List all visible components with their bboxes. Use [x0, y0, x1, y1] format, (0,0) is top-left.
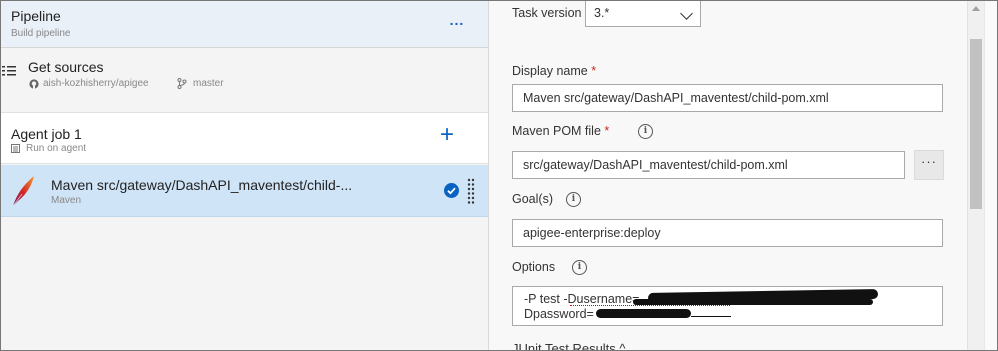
options-line-2: Dpassword= [524, 307, 594, 321]
get-sources-icon [2, 66, 16, 76]
agent-job-title: Agent job 1 [11, 126, 82, 142]
goals-label: Goal(s) [512, 192, 553, 206]
display-name-label-text: Display name [512, 64, 588, 78]
maven-task-subtitle: Maven [51, 195, 82, 206]
info-icon[interactable]: i [638, 124, 653, 139]
pipeline-tasks-panel: Pipeline Build pipeline ... Get sources … [1, 1, 489, 350]
get-sources-title: Get sources [28, 59, 104, 75]
display-name-input[interactable]: Maven src/gateway/DashAPI_maventest/chil… [512, 84, 943, 112]
task-details-panel: Task version 3.* Display name * Maven sr… [489, 1, 967, 350]
display-name-label: Display name * [512, 64, 596, 78]
drag-handle-icon[interactable] [467, 178, 475, 204]
redaction-mark [596, 309, 691, 318]
task-version-select[interactable]: 3.* [585, 1, 701, 27]
repository-name: aish-kozhisherry/apigee [43, 78, 149, 89]
options-textarea[interactable]: -P test -Dusername= Dpassword= [512, 286, 943, 326]
spellcheck-underline [570, 305, 730, 306]
task-version-label: Task version [512, 6, 582, 20]
required-marker: * [604, 124, 610, 138]
branch-icon [177, 78, 187, 89]
pipeline-subtitle: Build pipeline [11, 28, 71, 39]
required-marker: * [591, 64, 597, 78]
scroll-up-icon[interactable] [972, 6, 980, 11]
agent-queue-icon [11, 144, 20, 153]
pom-file-label-text: Maven POM file [512, 124, 601, 138]
get-sources-item[interactable]: Get sources aish-kozhisherry/apigee mast… [1, 48, 488, 113]
add-task-button[interactable]: + [437, 123, 457, 147]
branch-name: master [193, 78, 224, 89]
redaction-mark [633, 299, 873, 305]
browse-button[interactable]: ··· [914, 150, 944, 180]
options-label: Options [512, 260, 556, 274]
maven-task-item[interactable]: Maven src/gateway/DashAPI_maventest/chil… [1, 165, 488, 217]
window-scrollbar[interactable] [984, 1, 997, 350]
pom-file-label: Maven POM file * [512, 124, 609, 138]
task-version-value: 3.* [594, 6, 610, 20]
github-icon [29, 79, 39, 89]
goals-input[interactable]: apigee-enterprise:deploy [512, 219, 943, 247]
maven-task-title: Maven src/gateway/DashAPI_maventest/chil… [51, 177, 353, 193]
junit-section-header[interactable]: JUnit Test Results ^ [512, 341, 626, 350]
info-icon[interactable]: i [572, 260, 587, 275]
scroll-thumb[interactable] [970, 39, 982, 209]
app-frame: Pipeline Build pipeline ... Get sources … [0, 0, 998, 351]
pom-file-input[interactable]: src/gateway/DashAPI_maventest/child-pom.… [512, 151, 905, 179]
pipeline-header[interactable]: Pipeline Build pipeline ... [1, 1, 488, 48]
check-circle-icon [444, 183, 459, 198]
more-options-button[interactable]: ... [447, 13, 467, 30]
info-icon[interactable]: i [566, 192, 581, 207]
details-scrollbar[interactable] [967, 1, 984, 350]
redaction-mark [691, 316, 731, 317]
maven-feather-icon [12, 176, 34, 207]
agent-job-item[interactable]: Agent job 1 Run on agent + [1, 113, 488, 164]
pipeline-title: Pipeline [11, 8, 61, 24]
agent-job-subtitle: Run on agent [26, 143, 87, 154]
chevron-down-icon [680, 7, 693, 20]
